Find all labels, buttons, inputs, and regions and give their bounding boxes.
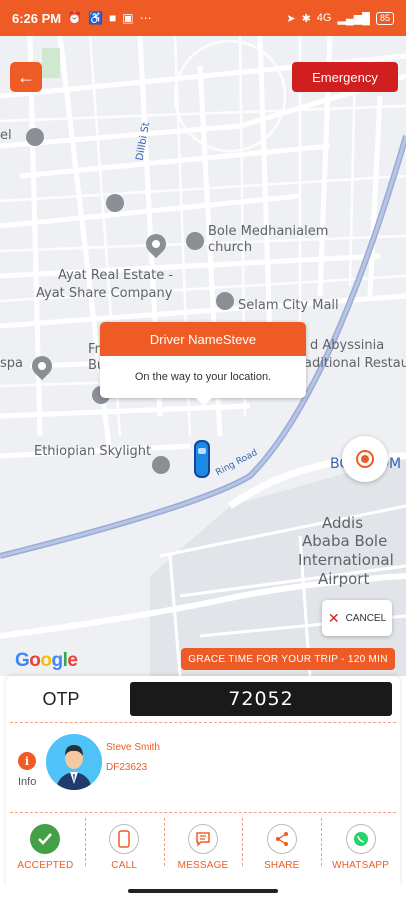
map-label-airport-1: Addis	[322, 514, 364, 532]
message-button[interactable]: MESSAGE	[163, 814, 243, 880]
driver-name: Steve Smith	[106, 742, 160, 753]
divider	[10, 722, 396, 723]
map-label-fr: Fr	[88, 342, 100, 357]
map-label-spa: spa	[0, 356, 23, 371]
shopping-icon[interactable]	[216, 292, 234, 310]
cancel-button[interactable]: ✕ CANCEL	[322, 600, 392, 636]
hotel-icon[interactable]	[26, 128, 44, 146]
accessibility-icon: ♿	[88, 11, 104, 25]
map-label-hotel-2: aditional Restau	[304, 356, 406, 371]
message-label: MESSAGE	[177, 859, 229, 871]
my-location-button[interactable]	[342, 436, 388, 482]
whatsapp-label: WHATSAPP	[332, 859, 390, 871]
map-label-airport-3: International	[298, 551, 394, 569]
grace-time-banner: GRACE TIME FOR YOUR TRIP - 120 MIN	[181, 648, 395, 670]
info-label[interactable]: Info	[18, 776, 36, 788]
crosshair-icon	[356, 450, 374, 468]
location-icon: ➤	[286, 12, 296, 25]
network-type: 4G	[316, 12, 332, 24]
map-label-el: el	[0, 128, 12, 143]
close-icon: ✕	[327, 609, 340, 626]
driver-avatar-icon	[46, 734, 102, 790]
map-label-skylight: Ethiopian Skylight	[34, 444, 152, 459]
whatsapp-button[interactable]: WHATSAPP	[321, 814, 400, 880]
google-logo: Google	[15, 650, 78, 671]
driver-info-title: Driver NameSteve	[100, 322, 306, 356]
emergency-button[interactable]: Emergency	[292, 62, 398, 92]
otp-row: OTP 72052	[6, 680, 400, 718]
action-bar: ACCEPTED CALL MESSAGE SHARE WHATSAPP	[6, 814, 400, 880]
phone-icon	[109, 823, 140, 854]
share-button[interactable]: SHARE	[242, 814, 321, 880]
accepted-button[interactable]: ACCEPTED	[6, 814, 85, 880]
battery-icon: 85	[375, 11, 394, 25]
more-notifications-icon: ⋯	[139, 11, 152, 25]
whatsapp-icon	[345, 823, 376, 854]
message-icon	[187, 823, 218, 854]
call-button[interactable]: CALL	[84, 814, 164, 880]
hotel-icon[interactable]	[152, 456, 170, 474]
map-label-real-estate-1: Ayat Real Estate -	[58, 268, 174, 283]
app-icon: ■	[109, 11, 117, 25]
otp-label: OTP	[42, 688, 80, 709]
driver-avatar	[46, 734, 102, 790]
arrow-left-icon: ←	[17, 66, 35, 87]
status-bar: 6:26 PM ⏰ ♿ ■ ▣ ⋯ ➤ ✱ 4G ▂▄▆█ 85	[0, 0, 406, 36]
otp-value: 72052	[130, 682, 392, 716]
cancel-label: CANCEL	[345, 612, 387, 624]
share-label: SHARE	[264, 859, 300, 871]
driver-info-window: Driver NameSteve On the way to your loca…	[100, 322, 306, 406]
map-label-airport-2: Ababa Bole	[302, 532, 388, 550]
trip-bottom-sheet: OTP 72052 i Info Steve Smith DF23623 ACC…	[6, 676, 400, 886]
status-right: ➤ ✱ 4G ▂▄▆█ 85	[286, 11, 394, 25]
driver-info-status: On the way to your location.	[134, 371, 272, 383]
divider	[10, 812, 396, 813]
info-icon[interactable]: i	[18, 752, 36, 770]
back-button[interactable]: ←	[10, 62, 42, 92]
map-label-mall: Selam City Mall	[238, 298, 339, 313]
alarm-off-icon: ⏰	[67, 11, 83, 25]
map-label-hotel-1: d Abyssinia	[310, 338, 385, 353]
accepted-label: ACCEPTED	[17, 859, 74, 871]
driver-row: i Info Steve Smith DF23623	[6, 728, 400, 808]
check-icon	[30, 823, 61, 854]
car-marker-icon	[194, 440, 210, 478]
signal-icon: ▂▄▆█	[337, 12, 370, 25]
map-label-church-1: Bole Medhanialem	[208, 224, 329, 239]
notification-icon: ▣	[122, 11, 134, 25]
status-time: 6:26 PM	[12, 10, 62, 26]
map-label-airport-4: Airport	[318, 570, 370, 588]
call-label: CALL	[111, 859, 138, 871]
church-icon[interactable]	[186, 232, 204, 250]
bluetooth-icon: ✱	[301, 12, 311, 25]
map-label-church-2: church	[208, 240, 253, 255]
home-gesture-handle[interactable]	[128, 889, 278, 893]
map-label-real-estate-2: Ayat Share Company	[36, 286, 173, 301]
share-icon	[266, 823, 297, 854]
driver-plate: DF23623	[106, 762, 148, 773]
shopping-icon[interactable]	[106, 194, 124, 212]
